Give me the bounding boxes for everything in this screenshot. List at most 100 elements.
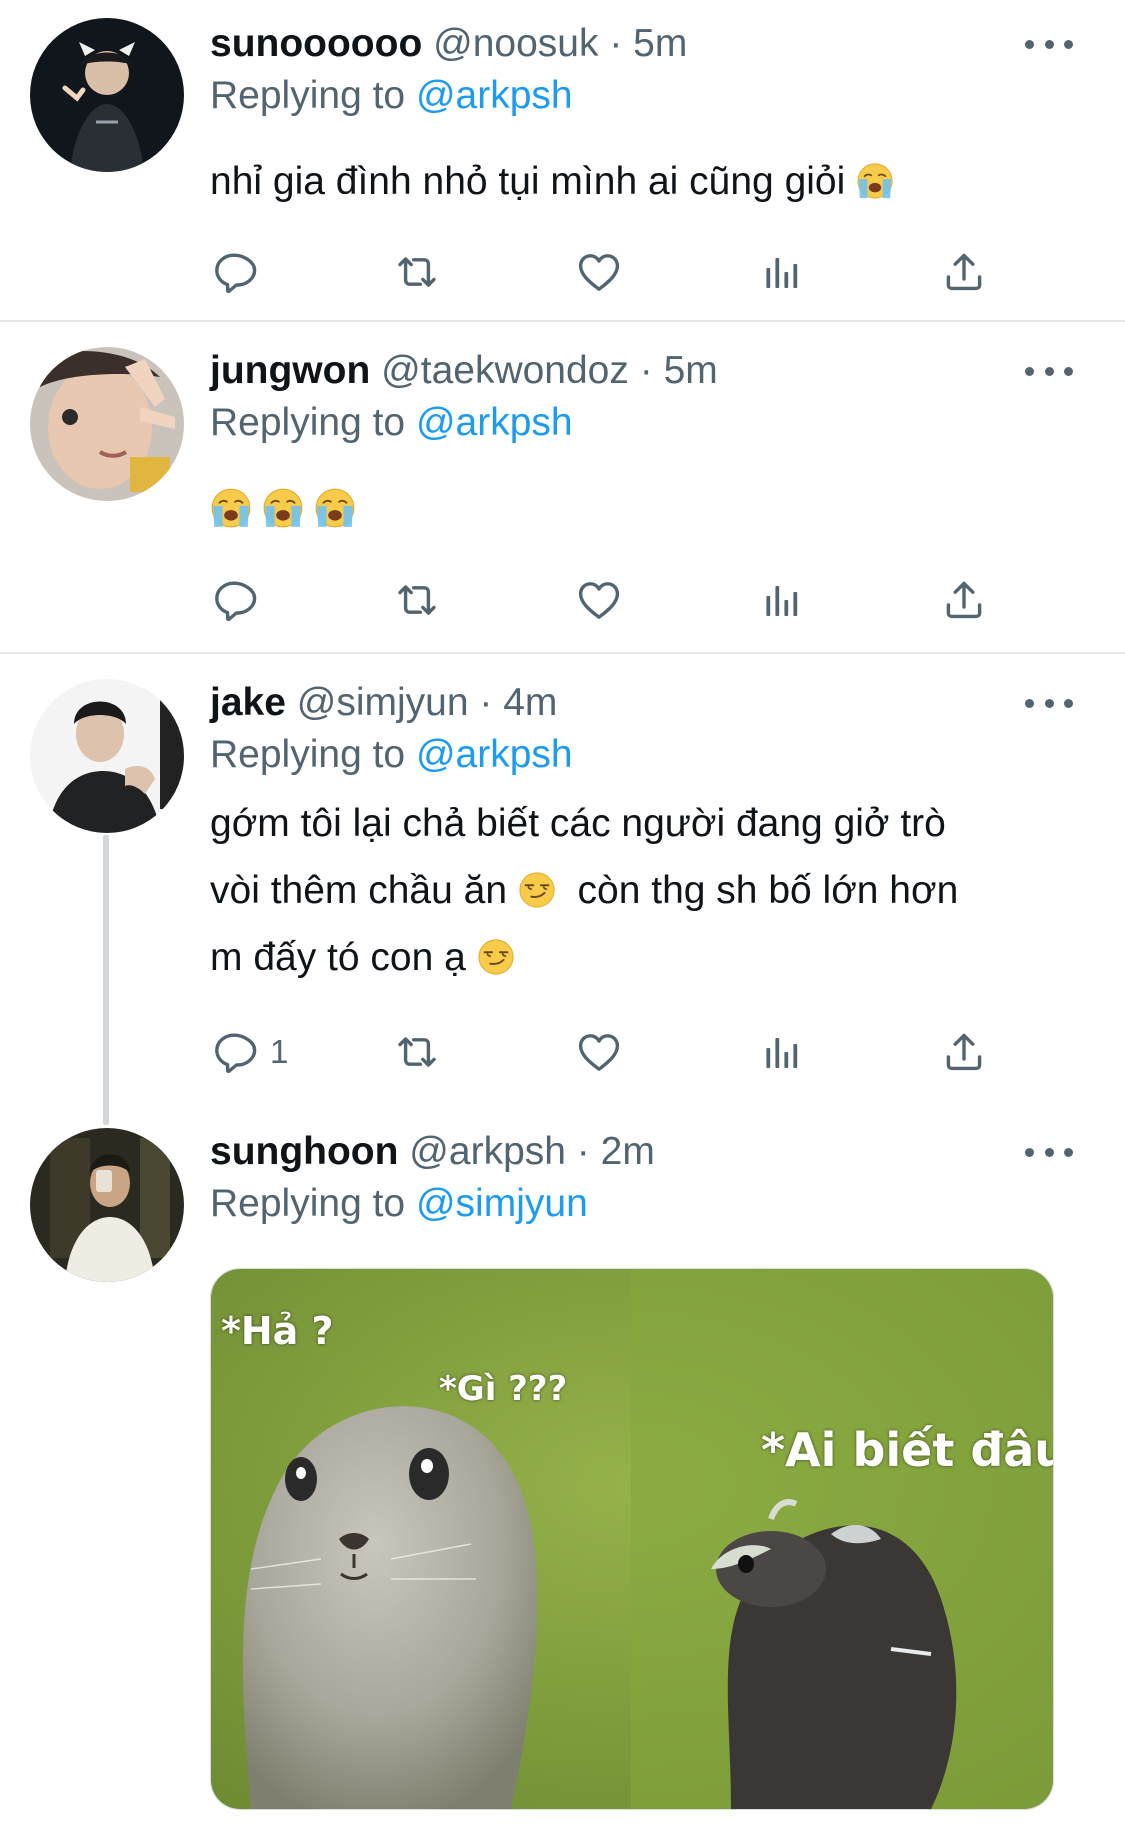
more-icon[interactable] bbox=[1021, 1137, 1077, 1167]
loudly-crying-face-icon bbox=[314, 487, 356, 529]
tweet-header: jake @simjyun · 4m bbox=[210, 679, 1015, 727]
more-icon[interactable] bbox=[1021, 29, 1077, 59]
analytics-icon bbox=[758, 248, 806, 296]
user-handle[interactable]: @arkpsh bbox=[409, 1130, 566, 1173]
mention-link[interactable]: @arkpsh bbox=[416, 74, 573, 117]
display-name[interactable]: jake bbox=[210, 681, 286, 724]
share-icon bbox=[940, 576, 988, 624]
tweet-sunoooooo[interactable]: sunoooooo @noosuk · 5m Replying to @arkp… bbox=[0, 0, 1125, 320]
retweet-icon bbox=[393, 248, 441, 296]
user-handle[interactable]: @noosuk bbox=[433, 22, 598, 65]
action-bar bbox=[210, 572, 1000, 628]
tweet-header: jungwon @taekwondoz · 5m bbox=[210, 347, 1015, 395]
tweet-text bbox=[210, 477, 1065, 544]
replying-to: Replying to @arkpsh bbox=[210, 72, 573, 120]
share-icon bbox=[940, 1028, 988, 1076]
analytics-button[interactable] bbox=[758, 1024, 806, 1080]
replying-to-label: Replying to bbox=[210, 1182, 406, 1225]
tweet-media-image[interactable]: *Hả ? *Gì ??? *Ai biết đâu bbox=[210, 1268, 1054, 1810]
timestamp[interactable]: 5m bbox=[633, 22, 687, 65]
tweet-text-line: vòi thêm chầu ăn còn thg sh bố lớn hơn bbox=[210, 857, 1065, 924]
more-icon[interactable] bbox=[1021, 356, 1077, 386]
separator: · bbox=[609, 22, 623, 65]
tweet-jake[interactable]: jake @simjyun · 4m Replying to @arkpsh g… bbox=[0, 654, 1125, 1106]
action-bar bbox=[210, 244, 1000, 300]
replying-to-label: Replying to bbox=[210, 74, 406, 117]
reply-button[interactable]: 1 bbox=[210, 1024, 288, 1080]
separator: · bbox=[576, 1130, 590, 1173]
meme-caption: *Hả ? bbox=[221, 1309, 334, 1353]
analytics-icon bbox=[758, 1028, 806, 1076]
replying-to-label: Replying to bbox=[210, 401, 406, 444]
meme-caption: *Ai biết đâu bbox=[761, 1423, 1054, 1477]
tweet-text-segment: m đấy tó con ạ bbox=[210, 936, 466, 979]
reply-button[interactable] bbox=[210, 572, 258, 628]
avatar-image bbox=[30, 679, 184, 833]
user-handle[interactable]: @taekwondoz bbox=[381, 349, 629, 392]
avatar-image bbox=[30, 347, 184, 501]
action-bar: 1 bbox=[210, 1024, 1000, 1080]
meme-caption: *Gì ??? bbox=[439, 1369, 568, 1409]
timestamp[interactable]: 2m bbox=[601, 1130, 655, 1173]
replying-to: Replying to @simjyun bbox=[210, 1180, 588, 1228]
retweet-button[interactable] bbox=[393, 1024, 441, 1080]
tweet-text: nhỉ gia đình nhỏ tụi mình ai cũng giỏi bbox=[210, 148, 1065, 215]
separator: · bbox=[479, 681, 493, 724]
loudly-crying-face-icon bbox=[856, 162, 894, 200]
retweet-button[interactable] bbox=[393, 572, 441, 628]
seal-meme-image bbox=[211, 1269, 1053, 1809]
share-button[interactable] bbox=[940, 572, 988, 628]
avatar-image bbox=[30, 1128, 184, 1282]
separator: · bbox=[639, 349, 653, 392]
tweet-header: sunoooooo @noosuk · 5m bbox=[210, 20, 1015, 68]
analytics-icon bbox=[758, 576, 806, 624]
reply-button[interactable] bbox=[210, 244, 258, 300]
share-icon bbox=[940, 248, 988, 296]
tweet-text-content: nhỉ gia đình nhỏ tụi mình ai cũng giỏi bbox=[210, 160, 846, 203]
tweet-text-segment: vòi thêm chầu ăn bbox=[210, 869, 508, 912]
more-icon[interactable] bbox=[1021, 688, 1077, 718]
tweet-header: sunghoon @arkpsh · 2m bbox=[210, 1128, 1015, 1176]
heart-icon bbox=[575, 248, 623, 296]
share-button[interactable] bbox=[940, 244, 988, 300]
mention-link[interactable]: @simjyun bbox=[416, 1182, 588, 1225]
display-name[interactable]: sunoooooo bbox=[210, 22, 422, 65]
display-name[interactable]: sunghoon bbox=[210, 1130, 398, 1173]
reply-icon bbox=[210, 248, 258, 296]
reply-icon bbox=[210, 576, 258, 624]
share-button[interactable] bbox=[940, 1024, 988, 1080]
timestamp[interactable]: 4m bbox=[503, 681, 557, 724]
like-button[interactable] bbox=[575, 1024, 623, 1080]
mention-link[interactable]: @arkpsh bbox=[416, 733, 573, 776]
user-handle[interactable]: @simjyun bbox=[297, 681, 469, 724]
mention-link[interactable]: @arkpsh bbox=[416, 401, 573, 444]
like-button[interactable] bbox=[575, 244, 623, 300]
retweet-icon bbox=[393, 1028, 441, 1076]
reply-icon bbox=[210, 1028, 258, 1076]
avatar[interactable] bbox=[30, 1128, 184, 1282]
loudly-crying-face-icon bbox=[262, 487, 304, 529]
smirking-face-icon bbox=[518, 871, 556, 909]
retweet-button[interactable] bbox=[393, 244, 441, 300]
analytics-button[interactable] bbox=[758, 244, 806, 300]
loudly-crying-face-icon bbox=[210, 487, 252, 529]
avatar[interactable] bbox=[30, 18, 184, 172]
avatar[interactable] bbox=[30, 679, 184, 833]
replying-to: Replying to @arkpsh bbox=[210, 399, 573, 447]
avatar[interactable] bbox=[30, 347, 184, 501]
display-name[interactable]: jungwon bbox=[210, 349, 370, 392]
retweet-icon bbox=[393, 576, 441, 624]
heart-icon bbox=[575, 1028, 623, 1076]
analytics-button[interactable] bbox=[758, 572, 806, 628]
like-button[interactable] bbox=[575, 572, 623, 628]
tweet-jungwon[interactable]: jungwon @taekwondoz · 5m Replying to @ar… bbox=[0, 322, 1125, 652]
tweet-text-line: gớm tôi lại chả biết các người đang giở … bbox=[210, 802, 946, 845]
replying-to-label: Replying to bbox=[210, 733, 406, 776]
reply-count: 1 bbox=[270, 1033, 289, 1070]
smirking-face-icon bbox=[477, 938, 515, 976]
timestamp[interactable]: 5m bbox=[664, 349, 718, 392]
avatar-image bbox=[30, 18, 184, 172]
tweet-text: gớm tôi lại chả biết các người đang giở … bbox=[210, 790, 1065, 991]
tweet-text-line: m đấy tó con ạ bbox=[210, 924, 1065, 991]
tweet-text-segment: còn thg sh bố lớn hơn bbox=[577, 869, 959, 912]
